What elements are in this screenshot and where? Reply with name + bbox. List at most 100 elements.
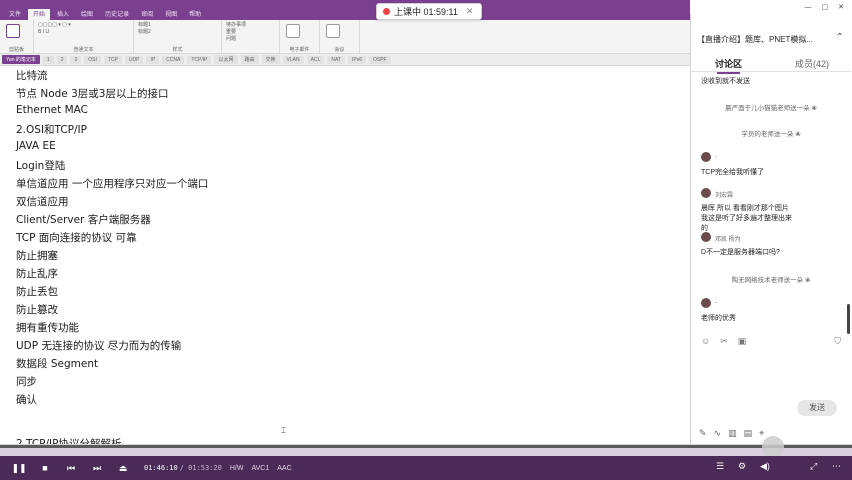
page-tab[interactable]: OSPF	[368, 55, 391, 64]
note-line[interactable]: 防止拥塞	[16, 248, 58, 263]
document-icon[interactable]: ▤	[744, 428, 753, 439]
page-tab[interactable]: 交换	[261, 55, 280, 64]
ribbon-tab[interactable]: 绘图	[76, 9, 98, 20]
note-line[interactable]: 单信道应用 一个应用程序只对应一个端口	[16, 176, 208, 191]
wave-icon[interactable]: ∿	[714, 428, 722, 439]
tag-important[interactable]: 重要	[226, 29, 275, 36]
minimize-icon[interactable]: —	[805, 4, 812, 11]
avatar[interactable]	[701, 188, 711, 198]
stop-icon[interactable]: ■	[32, 463, 58, 473]
page-tab[interactable]: TCP	[103, 55, 122, 64]
book-icon[interactable]: ▥	[728, 428, 737, 439]
reaction-tools: ☺ ✂ ▣ ⛉	[701, 336, 841, 347]
page-tab[interactable]: 以太网	[214, 55, 238, 64]
shield-icon[interactable]: ⛉	[834, 336, 841, 347]
scrollbar[interactable]	[847, 304, 850, 334]
pause-icon[interactable]: ❚❚	[6, 463, 32, 474]
format-buttons[interactable]: B I U	[38, 29, 129, 36]
note-line[interactable]: Client/Server 客户端服务器	[16, 212, 151, 227]
avatar[interactable]	[701, 232, 711, 242]
note-line[interactable]: TCP 面向连接的协议 可靠	[16, 230, 137, 245]
eject-icon[interactable]: ⏏	[110, 463, 136, 474]
text-cursor-icon: ⌶	[281, 426, 286, 435]
paste-icon[interactable]	[6, 24, 20, 38]
note-line[interactable]: 2.OSI和TCP/IP	[16, 122, 87, 137]
note-line[interactable]: 双信道应用	[16, 194, 69, 209]
scissors-icon[interactable]: ✂	[720, 336, 728, 347]
live-dot-icon	[383, 8, 390, 15]
page-tab[interactable]: IP	[146, 55, 160, 64]
note-page[interactable]: ⌶ 比特流节点 Node 3层或3层以上的接口 Ethernet MAC 2.OSI…	[0, 66, 690, 444]
group-label: 普通文本	[73, 47, 94, 53]
note-line[interactable]: JAVA EE	[16, 140, 56, 152]
meeting-details-icon[interactable]	[326, 24, 340, 38]
tab-discussion[interactable]: 讨论区	[715, 57, 742, 74]
page-tab[interactable]: 1	[42, 55, 54, 64]
note-line[interactable]: 数据段 Segment	[16, 356, 98, 371]
previous-icon[interactable]: ⏮	[58, 463, 84, 474]
avatar[interactable]	[701, 152, 711, 162]
volume-icon[interactable]: ◀)	[760, 461, 770, 472]
image-icon[interactable]: ▣	[738, 336, 747, 347]
ribbon-tab[interactable]: 帮助	[184, 9, 206, 20]
ribbon-tab[interactable]: 视图	[160, 9, 182, 20]
system-message: 晨严面于儿小猫猫老师送一朵 ❀	[725, 105, 817, 112]
note-line[interactable]: Ethernet MAC	[16, 104, 88, 116]
note-line[interactable]: 防止篡改	[16, 302, 58, 317]
note-line[interactable]: 比特流	[16, 68, 48, 83]
group-label: 电子邮件	[289, 47, 310, 53]
user-name: 邓凯 杨为	[715, 237, 741, 243]
ribbon-tab[interactable]: 开始	[28, 9, 51, 20]
page-tab[interactable]: 3	[70, 55, 82, 64]
tag-todo[interactable]: 待办事项	[226, 22, 275, 29]
note-line[interactable]: 节点 Node 3层或3层以上的接口	[16, 86, 168, 101]
note-line[interactable]: 确认	[16, 392, 37, 407]
location-icon[interactable]: ⌖	[759, 428, 764, 439]
maximize-icon[interactable]: ▢	[822, 3, 829, 11]
page-tab[interactable]: OSI	[84, 55, 101, 64]
close-window-icon[interactable]: ✕	[838, 3, 844, 11]
chat-message: 老师的优秀	[701, 315, 736, 322]
note-line[interactable]: 防止丢包	[16, 284, 58, 299]
ribbon-tab[interactable]: 审阅	[136, 9, 158, 20]
note-line[interactable]: 同步	[16, 374, 37, 389]
group-label: 样式	[172, 47, 183, 53]
ribbon-tab[interactable]: 插入	[52, 9, 74, 20]
chevron-up-icon[interactable]: ⌃	[836, 32, 844, 43]
playlist-icon[interactable]: ☰	[716, 461, 724, 472]
page-tab[interactable]: 2	[56, 55, 68, 64]
pen-icon[interactable]: ✎	[699, 428, 707, 439]
note-line[interactable]: 防止乱序	[16, 266, 58, 281]
note-line[interactable]: UDP 无连接的协议 尽力而为的传输	[16, 338, 181, 353]
send-button[interactable]: 发送	[797, 400, 837, 416]
fullscreen-icon[interactable]: ⤢	[810, 461, 817, 472]
todo-tag-icon[interactable]	[286, 24, 300, 38]
settings-icon[interactable]: ⚙	[738, 461, 746, 472]
page-tab[interactable]: NAT	[327, 55, 345, 64]
note-line[interactable]: 拥有重传功能	[16, 320, 79, 335]
ribbon-tab[interactable]: 历史记录	[100, 9, 134, 20]
note-line[interactable]: Login登陆	[16, 158, 65, 173]
close-icon[interactable]: ✕	[466, 6, 474, 17]
font-name-select[interactable]: ▢▢▢▢ ▾ ▢ ▾	[38, 22, 129, 29]
page-tab[interactable]: 路由	[240, 55, 259, 64]
page-tab[interactable]: ACL	[306, 55, 325, 64]
style-heading2[interactable]: 标题2	[138, 29, 217, 36]
style-heading1[interactable]: 标题1	[138, 22, 217, 29]
next-icon[interactable]: ⏭	[84, 463, 110, 474]
page-tab[interactable]: VLAN	[282, 55, 304, 64]
ribbon-tab[interactable]: 文件	[4, 9, 26, 20]
page-tab[interactable]: UDP	[124, 55, 144, 64]
note-line[interactable]: 2.TCP/IP协议分解解析	[16, 436, 121, 444]
page-tab[interactable]: TCP/IP	[187, 55, 212, 64]
emoji-icon[interactable]: ☺	[701, 336, 710, 347]
more-icon[interactable]: ⋯	[832, 461, 841, 472]
tab-members[interactable]: 成员(42)	[795, 57, 829, 70]
tag-question[interactable]: 问题	[226, 36, 275, 43]
avatar[interactable]	[701, 298, 711, 308]
page-tab[interactable]: CCNA	[162, 55, 185, 64]
notebook-tab[interactable]: Yan 的笔记本	[2, 55, 40, 64]
ribbon-group-tags: 待办事项 重要 问题	[222, 20, 280, 54]
progress-handle[interactable]	[762, 436, 784, 458]
page-tab[interactable]: IPv6	[347, 55, 366, 64]
